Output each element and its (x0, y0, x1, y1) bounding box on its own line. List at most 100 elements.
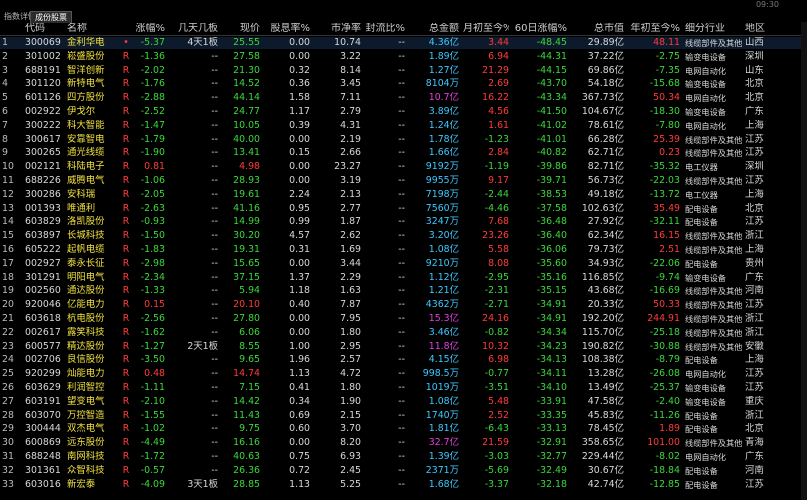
seal-ratio: -- (398, 423, 405, 435)
table-row[interactable]: 9 300265 通光线缆 R -1.90 -- 13.41 0.15 2.66 -- 1.66亿 2… (0, 147, 807, 159)
table-row[interactable]: 20 920046 亿能电力 R 0.15 -- 20.10 0.40 7.87 -- 4362万 -… (0, 299, 807, 311)
month-to-date-pct: -6.43 (484, 423, 509, 435)
table-row[interactable]: 33 603016 新宏泰 R -4.09 3天1板 28.85 1.13 5.25 -- 1.68… (0, 479, 807, 491)
table-row[interactable]: 16 605222 起帆电缆 R -1.83 -- 19.31 0.31 1.69 -- 1.08亿… (0, 244, 807, 256)
price-to-book: 10.74 (334, 37, 361, 48)
column-header[interactable]: 总市值 (572, 23, 624, 35)
column-header[interactable]: 涨幅% (135, 23, 165, 35)
column-header[interactable]: 代码 (25, 23, 65, 35)
table-row[interactable]: 10 002121 科陆电子 R 0.81 -- 4.98 0.00 23.27 -- 9192万 -… (0, 161, 807, 173)
table-row[interactable]: 32 301361 众智科技 R -0.57 -- 26.36 0.72 2.45 -- 2371万… (0, 465, 807, 477)
row-index: 11 (2, 175, 14, 186)
sixty-day-change: -34.34 (536, 326, 567, 338)
column-header[interactable]: 60日涨幅% (513, 23, 567, 35)
turnover-amount: 7560万 (425, 202, 459, 214)
table-row[interactable]: 2 301002 崧盛股份 R -1.36 -- 27.58 0.00 3.22 -- 1.89亿 6… (0, 51, 807, 63)
stock-name: 新特电气 (67, 78, 105, 90)
sixty-day-change: -36.06 (536, 244, 567, 255)
stock-name: 威腾电气 (67, 175, 105, 186)
column-header[interactable]: 月初至今% (463, 23, 509, 35)
change-pct: -1.33 (140, 285, 165, 297)
price-to-book: 2.57 (340, 354, 361, 366)
financing-marker: R (122, 50, 130, 62)
stock-name: 南网科技 (67, 451, 105, 462)
dividend-yield: 1.17 (289, 106, 310, 117)
row-index: 10 (2, 161, 14, 173)
sixty-day-change: -32.18 (536, 478, 567, 490)
table-row[interactable]: 26 603629 利润智控 R -1.11 -- 7.15 0.41 1.80 -- 1019万 -… (0, 382, 807, 394)
seal-ratio: -- (398, 133, 405, 145)
column-header[interactable]: 名称 (67, 23, 119, 35)
financing-marker: R (122, 271, 130, 283)
table-row[interactable]: 13 001393 唯通利 R -2.63 -- 41.16 0.95 2.77 -- 7560万 -… (0, 203, 807, 215)
table-row[interactable]: 23 600577 精达股份 R -1.27 2天1板 8.55 1.00 2.95 -- 11.8… (0, 341, 807, 353)
region: 深圳 (745, 50, 764, 62)
column-header[interactable]: 现价 (222, 23, 260, 35)
board-streak: -- (211, 244, 218, 255)
column-header[interactable]: 总金额 (412, 23, 459, 35)
seal-ratio: -- (398, 409, 405, 421)
table-row[interactable]: 7 300222 科大智能 R -1.47 -- 10.05 0.39 4.31 -- 1.24亿 1… (0, 120, 807, 132)
column-header[interactable]: 细分行业 (685, 23, 743, 35)
table-row[interactable]: 11 688226 威腾电气 R -1.06 -- 28.93 0.00 3.19 -- 9955万… (0, 175, 807, 187)
region: 北京 (745, 78, 764, 90)
dividend-yield: 0.69 (289, 409, 310, 421)
table-row[interactable]: 18 301291 明阳电气 R -2.34 -- 37.15 1.37 2.29 -- 1.12亿… (0, 272, 807, 284)
table-row[interactable]: 12 300286 安科瑞 R -2.05 -- 19.61 2.24 2.13 -- 7198万 -… (0, 189, 807, 201)
column-header[interactable]: 市净率 (318, 23, 361, 35)
tab-constituents[interactable]: 成份股票 (30, 11, 72, 23)
sixty-day-change: -34.11 (536, 368, 567, 380)
table-row[interactable]: 5 601126 四方股份 R -2.88 -- 44.14 1.58 7.11 -- 10.7亿 1… (0, 92, 807, 104)
dividend-yield: 0.36 (289, 78, 310, 90)
month-to-date-pct: 21.29 (482, 64, 509, 76)
market-cap: 190.82亿 (581, 340, 624, 352)
table-row[interactable]: 6 002922 伊戈尔 R -2.52 -- 24.77 1.17 2.79 -- 3.89亿 4.… (0, 106, 807, 118)
board-streak: -- (211, 92, 218, 104)
sixty-day-change: -39.86 (536, 161, 567, 173)
table-row[interactable]: 28 603070 万控智造 R -1.55 -- 11.43 0.69 2.15 -- 1740万… (0, 410, 807, 422)
dividend-yield: 1.58 (289, 92, 310, 104)
column-header[interactable]: 封流比% (365, 23, 405, 35)
industry: 输变电设备 (685, 396, 726, 407)
market-cap: 66.28亿 (587, 133, 624, 145)
turnover-amount: 2371万 (425, 464, 459, 476)
dividend-yield: 0.00 (289, 161, 310, 173)
vertical-scrollbar[interactable] (801, 22, 807, 500)
stock-name: 伊戈尔 (67, 106, 96, 117)
market-cap: 82.71亿 (587, 161, 624, 173)
table-row[interactable]: 24 002706 良信股份 R -3.50 -- 9.65 1.96 2.57 -- 4.15亿 6… (0, 354, 807, 366)
current-price: 25.55 (233, 37, 260, 48)
industry: 线缆部件及其他 (685, 438, 743, 449)
region: 江苏 (745, 382, 764, 393)
table-row[interactable]: 4 301120 新特电气 R -1.76 -- 14.52 0.36 3.45 -- 8104万 2… (0, 78, 807, 90)
column-header[interactable]: 股息率% (265, 23, 310, 35)
table-row[interactable]: 27 603191 望变电气 R -2.10 -- 14.42 0.34 1.90 -- 1.08亿… (0, 396, 807, 408)
table-row[interactable]: 21 603618 杭电股份 R -2.56 -- 27.80 0.00 7.95 -- 15.3亿… (0, 313, 807, 325)
table-row[interactable]: 25 920299 灿能电力 R 0.48 -- 14.74 1.13 4.72 -- 998.5万… (0, 368, 807, 380)
turnover-amount: 9955万 (425, 175, 459, 186)
table-row[interactable]: 22 002617 露笑科技 R -1.62 -- 6.06 0.00 1.80 -- 3.46亿 -… (0, 327, 807, 339)
table-row[interactable]: 30 600869 远东股份 R -4.49 -- 16.16 0.00 8.20 -- 32.7亿… (0, 437, 807, 449)
table-row[interactable]: 17 002927 泰永长征 R -2.98 -- 15.65 0.00 3.44 -- 9210万… (0, 258, 807, 270)
table-row[interactable]: 31 688248 南网科技 R -1.72 -- 40.63 0.75 6.93 -- 1.39亿… (0, 451, 807, 463)
column-header[interactable]: 地区 (745, 23, 775, 35)
column-header[interactable]: 几天几板 (170, 23, 218, 35)
month-to-date-pct: 21.59 (482, 437, 509, 449)
region: 河南 (745, 464, 764, 476)
turnover-amount: 1.89亿 (428, 50, 459, 62)
seal-ratio: -- (398, 382, 405, 393)
table-row[interactable]: 15 603897 长城科技 R -1.50 -- 30.20 4.57 2.62 -- 3.20亿… (0, 230, 807, 242)
table-row[interactable]: 8 300617 安靠智电 R -1.79 -- 40.00 0.00 2.19 -- 1.78亿 -… (0, 134, 807, 146)
row-index: 26 (2, 382, 14, 393)
month-to-date-pct: -1.23 (484, 133, 509, 145)
table-row[interactable]: 19 002560 通达股份 R -1.33 -- 5.94 1.18 1.63 -- 1.21亿 -… (0, 285, 807, 297)
table-row[interactable]: 1 300069 金利华电 • -5.37 4天1板 25.55 0.00 10.74 -- 4.3… (0, 37, 807, 49)
row-index: 25 (2, 368, 14, 380)
table-row[interactable]: 3 688191 智洋创新 R -2.02 -- 21.30 0.32 8.14 -- 1.27亿 2… (0, 65, 807, 77)
table-row[interactable]: 29 300444 双杰电气 R -1.02 -- 9.75 0.60 3.70 -- 1.81亿 -… (0, 423, 807, 435)
price-to-book: 2.62 (340, 230, 361, 242)
column-header[interactable]: 年初至今% (628, 23, 680, 35)
price-to-book: 2.19 (340, 133, 361, 145)
table-row[interactable]: 14 603829 洛凯股份 R -0.93 -- 14.99 0.99 1.87 -- 3247万… (0, 216, 807, 228)
change-pct: 0.48 (144, 368, 165, 380)
